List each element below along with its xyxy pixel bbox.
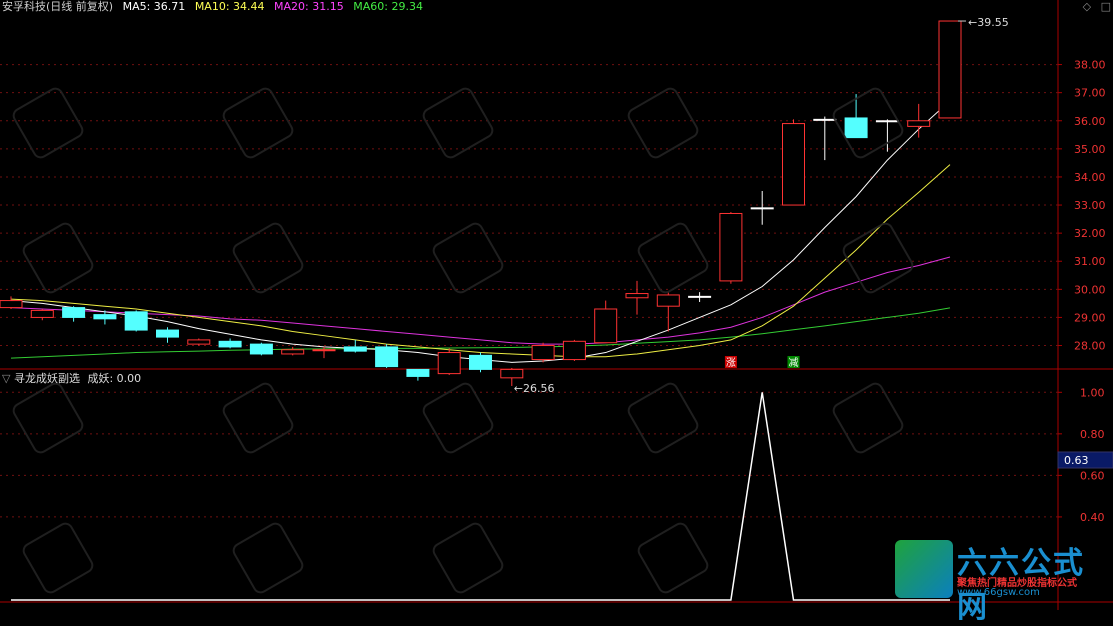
y-tick-label: 29.00 bbox=[1074, 311, 1106, 324]
y-tick-label: 31.00 bbox=[1074, 255, 1106, 268]
ma20-legend: MA20: 31.15 bbox=[274, 0, 344, 13]
sub-y-tick-label: 1.00 bbox=[1080, 386, 1105, 399]
candle-body bbox=[594, 308, 618, 344]
candle-body bbox=[0, 300, 23, 309]
tag-down: 减 bbox=[789, 357, 799, 369]
candle-body bbox=[656, 294, 680, 307]
ma60-line bbox=[10, 307, 951, 359]
candle-body bbox=[312, 349, 336, 352]
logo-mark-icon bbox=[895, 540, 953, 598]
candle-body bbox=[469, 354, 492, 370]
y-tick-label: 36.00 bbox=[1074, 115, 1106, 128]
candle-body bbox=[375, 346, 399, 368]
stock-title: 安孚科技(日线 前复权) bbox=[2, 0, 114, 13]
candle-body bbox=[343, 346, 367, 352]
ma5-legend: MA5: 36.71 bbox=[122, 0, 186, 13]
ma10-legend: MA10: 34.44 bbox=[194, 0, 265, 13]
candle-body bbox=[93, 314, 117, 320]
collapse-icon[interactable]: ▽ bbox=[2, 372, 10, 385]
candle-body bbox=[62, 307, 86, 318]
sub-title: 寻龙成妖副选 bbox=[13, 372, 80, 385]
candle-body bbox=[813, 118, 837, 121]
ma60-legend: MA60: 29.34 bbox=[353, 0, 423, 13]
candle-body bbox=[30, 309, 54, 318]
candle-body bbox=[625, 293, 649, 299]
candle-body bbox=[249, 343, 273, 355]
y-tick-label: 34.00 bbox=[1074, 171, 1106, 184]
candle-body bbox=[719, 212, 743, 282]
sub-value-label: 成妖: 0.00 bbox=[87, 372, 142, 385]
stock-chart[interactable]: 28.00 29.00 30.00 31.00 32.00 33.00 34.00 35.00… bbox=[0, 0, 1113, 610]
y-tick-label: 33.00 bbox=[1074, 199, 1106, 212]
candle-body bbox=[782, 123, 805, 206]
candle-body bbox=[281, 349, 305, 355]
candle-body bbox=[562, 340, 586, 361]
candle-body bbox=[531, 345, 555, 361]
y-tick-label: 38.00 bbox=[1074, 59, 1106, 72]
candle-body bbox=[437, 352, 461, 375]
tag-up: 涨 bbox=[726, 357, 736, 369]
sub-y-tick-label: 0.80 bbox=[1080, 428, 1105, 441]
logo-url: www.66gsw.com bbox=[957, 587, 1040, 598]
candle-body bbox=[938, 20, 962, 119]
candle-body bbox=[156, 329, 179, 338]
low-label: ←26.56 bbox=[514, 382, 555, 395]
top-right-icons: ◇ □ bbox=[1083, 0, 1111, 13]
sub-y-tick-label: 0.40 bbox=[1080, 511, 1105, 524]
current-value-label: 0.63 bbox=[1064, 454, 1089, 467]
y-tick-label: 35.00 bbox=[1074, 143, 1106, 156]
y-tick-label: 37.00 bbox=[1074, 87, 1106, 100]
site-logo: 六六公式网 聚焦热门精品炒股指标公式 www.66gsw.com bbox=[895, 538, 1113, 625]
candle-body bbox=[750, 207, 774, 210]
candle-body bbox=[124, 311, 148, 331]
main-title-row: 安孚科技(日线 前复权) MA5: 36.71 MA10: 34.44 MA20… bbox=[2, 0, 423, 14]
diamond-icon[interactable]: ◇ bbox=[1083, 0, 1091, 13]
scroll-icon[interactable]: □ bbox=[1101, 0, 1111, 13]
y-tick-label: 32.00 bbox=[1074, 227, 1106, 240]
candle-body bbox=[500, 368, 524, 379]
candle-body bbox=[907, 120, 931, 127]
candle-body bbox=[688, 295, 712, 298]
sub-y-tick-label: 0.60 bbox=[1080, 469, 1105, 482]
sub-title-row: ▽ 寻龙成妖副选 成妖: 0.00 bbox=[2, 372, 141, 386]
candle-body bbox=[218, 340, 242, 348]
candle-body bbox=[187, 339, 211, 345]
high-label: ←39.55 bbox=[968, 16, 1009, 29]
candle-body bbox=[406, 368, 430, 377]
y-tick-label: 28.00 bbox=[1074, 340, 1106, 353]
y-tick-label: 30.00 bbox=[1074, 283, 1106, 296]
